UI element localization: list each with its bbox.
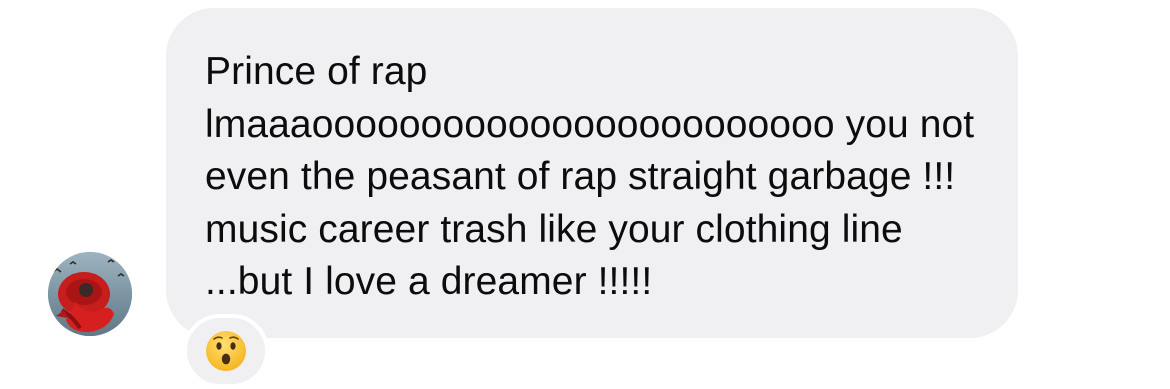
surprised-face-icon <box>206 331 246 371</box>
message-text: Prince of rap lmaaaooooooooooooooooooooo… <box>205 50 975 303</box>
sender-avatar[interactable] <box>48 252 132 336</box>
message-bubble[interactable]: Prince of rap lmaaaooooooooooooooooooooo… <box>166 8 1018 338</box>
message-reaction[interactable] <box>183 314 269 388</box>
avatar-image <box>48 252 132 336</box>
